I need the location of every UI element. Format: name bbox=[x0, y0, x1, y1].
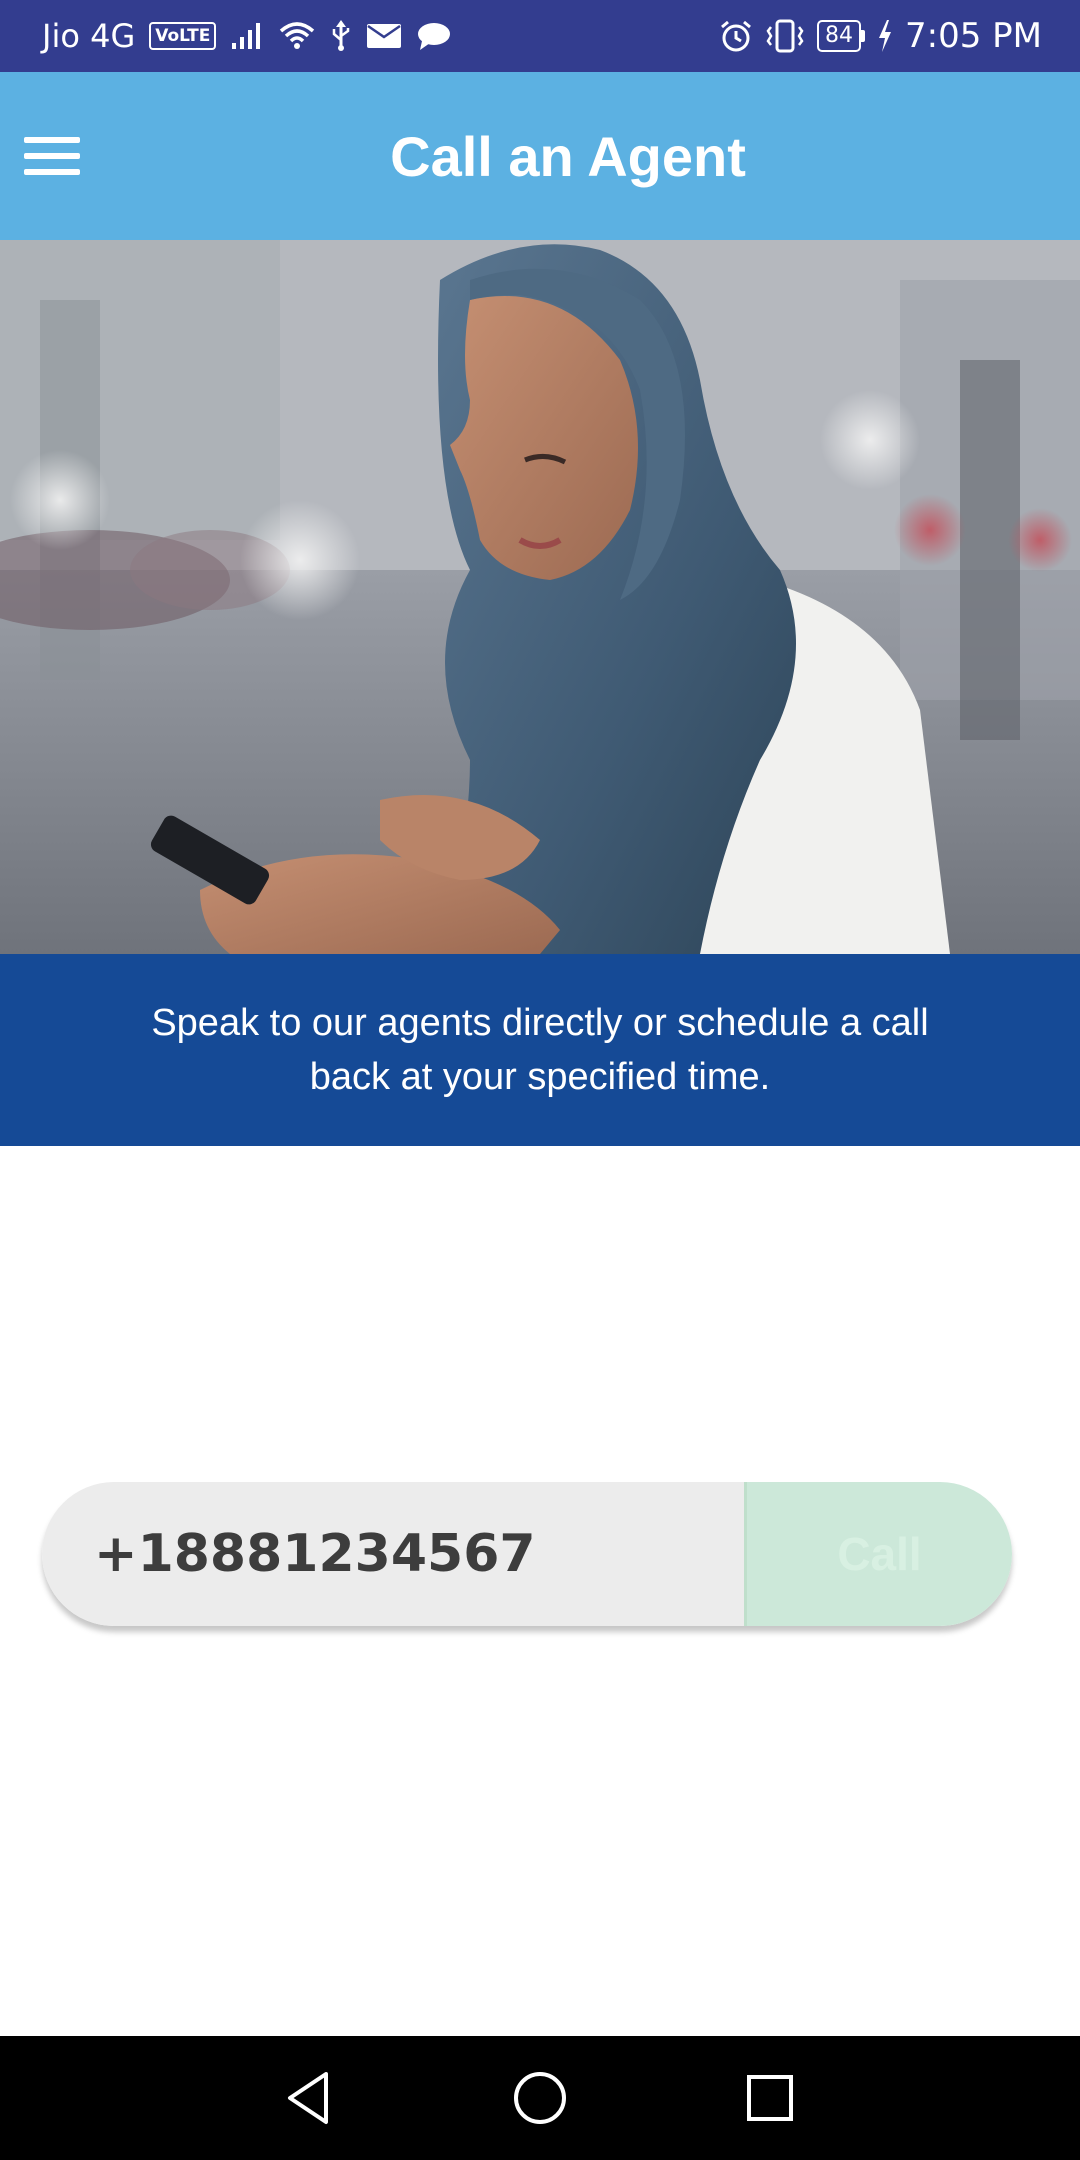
battery-level: 84 bbox=[817, 20, 861, 52]
recents-icon[interactable] bbox=[710, 2036, 830, 2160]
alarm-icon bbox=[719, 19, 753, 53]
status-bar: Jio 4G VoLTE 84 7:05 PM bbox=[0, 0, 1080, 72]
charging-icon bbox=[877, 20, 893, 52]
chat-icon bbox=[416, 21, 452, 51]
home-icon[interactable] bbox=[480, 2036, 600, 2160]
signal-icon bbox=[230, 21, 264, 51]
hero-image bbox=[0, 240, 1080, 954]
back-icon[interactable] bbox=[248, 2036, 368, 2160]
usb-icon bbox=[330, 20, 352, 52]
vibrate-icon bbox=[765, 19, 805, 53]
call-button[interactable]: Call bbox=[744, 1482, 1012, 1626]
navigation-bar bbox=[0, 2036, 1080, 2160]
battery-icon: 84 bbox=[817, 20, 865, 52]
status-right: 84 7:05 PM bbox=[719, 0, 1042, 72]
carrier-label: Jio 4G bbox=[42, 17, 136, 55]
status-time: 7:05 PM bbox=[905, 16, 1042, 56]
volte-badge: VoLTE bbox=[149, 22, 217, 50]
screen: Jio 4G VoLTE 84 7:05 PM Call an Agent Sp… bbox=[0, 0, 1080, 2160]
call-form: +18881234567 Call bbox=[42, 1482, 1012, 1626]
page-title: Call an Agent bbox=[390, 124, 746, 188]
info-banner: Speak to our agents directly or schedule… bbox=[0, 954, 1080, 1146]
mail-icon bbox=[366, 22, 402, 50]
info-text: Speak to our agents directly or schedule… bbox=[151, 1002, 929, 1098]
app-bar: Call an Agent bbox=[0, 72, 1080, 240]
status-left: Jio 4G VoLTE bbox=[42, 0, 452, 72]
phone-number-input[interactable]: +18881234567 bbox=[42, 1482, 744, 1626]
wifi-icon bbox=[278, 21, 316, 51]
